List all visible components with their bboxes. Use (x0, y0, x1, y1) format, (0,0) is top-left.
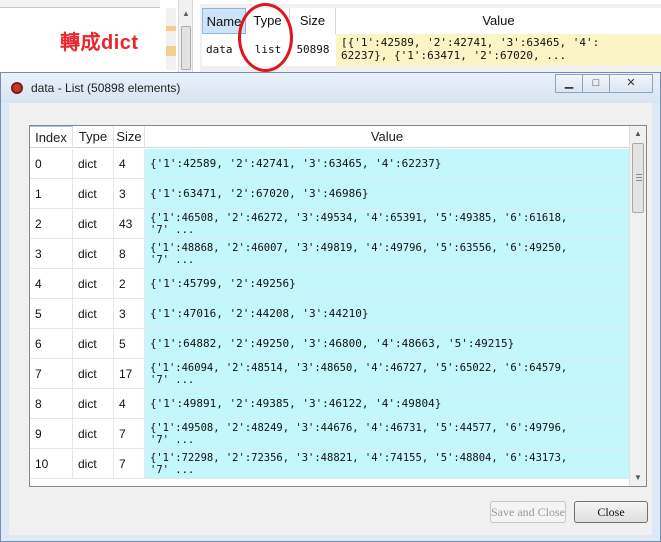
app-icon (11, 82, 23, 94)
scroll-thumb[interactable] (632, 143, 644, 213)
row-type: dict (73, 209, 114, 239)
scroll-down-icon[interactable]: ▼ (630, 470, 646, 486)
header-value[interactable]: Value (336, 8, 661, 34)
row-value: {'1':45799, '2':49256} (145, 269, 630, 299)
var-value: [{'1':42589, '2':42741, '3':63465, '4': … (336, 34, 661, 66)
row-size: 2 (114, 269, 145, 299)
table-row[interactable]: 8 dict 4 {'1':49891, '2':49385, '3':46122, … (30, 389, 630, 419)
header-size[interactable]: Size (290, 8, 336, 34)
close-button[interactable]: Close (574, 501, 648, 523)
table-body: 0 dict 4 {'1':42589, '2':42741, '3':63465, … (30, 149, 630, 486)
row-type: dict (73, 449, 114, 479)
header-size[interactable]: Size (114, 126, 145, 148)
row-type: dict (73, 299, 114, 329)
title-bar[interactable]: data - List (50898 elements) ▁ □ ✕ (1, 73, 660, 103)
row-value: {'1':72298, '2':72356, '3':48821, '4':74… (145, 449, 630, 479)
row-index: 3 (30, 239, 73, 269)
scroll-up-icon[interactable]: ▲ (182, 9, 190, 18)
table-row[interactable]: 4 dict 2 {'1':45799, '2':49256} (30, 269, 630, 299)
row-index: 7 (30, 359, 73, 389)
row-type: dict (73, 329, 114, 359)
table-row[interactable]: 6 dict 5 {'1':64882, '2':49250, '3':46800, … (30, 329, 630, 359)
row-value: {'1':46508, '2':46272, '3':49534, '4':65… (145, 209, 630, 239)
row-index: 1 (30, 179, 73, 209)
save-and-close-button[interactable]: Save and Close (490, 501, 566, 523)
row-index: 2 (30, 209, 73, 239)
row-value: {'1':63471, '2':67020, '3':46986} (145, 179, 630, 209)
dialog-title: data - List (50898 elements) (31, 81, 181, 95)
list-table: Index Type Size Value 0 dict 4 {'1':42589, … (29, 125, 647, 487)
row-index: 8 (30, 389, 73, 419)
editor-margin-markers (166, 8, 176, 70)
row-index: 0 (30, 149, 73, 179)
header-type[interactable]: Type (73, 126, 114, 148)
row-value: {'1':49891, '2':49385, '3':46122, '4':49… (145, 389, 630, 419)
grip-line (636, 174, 642, 175)
row-index: 9 (30, 419, 73, 449)
row-value: {'1':47016, '2':44208, '3':44210} (145, 299, 630, 329)
table-row[interactable]: 9 dict 7 {'1':49508, '2':48249, '3':44676, … (30, 419, 630, 449)
highlight-circle (238, 3, 293, 72)
row-size: 7 (114, 419, 145, 449)
scroll-up-icon[interactable]: ▲ (630, 126, 646, 142)
table-row[interactable]: 1 dict 3 {'1':63471, '2':67020, '3':46986} (30, 179, 630, 209)
row-type: dict (73, 419, 114, 449)
marker (166, 46, 176, 56)
row-value: {'1':49508, '2':48249, '3':44676, '4':46… (145, 419, 630, 449)
row-index: 4 (30, 269, 73, 299)
row-size: 17 (114, 359, 145, 389)
table-row[interactable]: 7 dict 17 {'1':46094, '2':48514, '3':48650,… (30, 359, 630, 389)
table-row[interactable]: 2 dict 43 {'1':46508, '2':46272, '3':49534,… (30, 209, 630, 239)
row-size: 5 (114, 329, 145, 359)
editor-tab-strip (0, 0, 160, 8)
row-type: dict (73, 269, 114, 299)
row-size: 3 (114, 179, 145, 209)
table-row[interactable]: 10 dict 7 {'1':72298, '2':72356, '3':48821,… (30, 449, 630, 479)
editor-area: 轉成dict (0, 0, 178, 72)
row-type: dict (73, 149, 114, 179)
row-size: 4 (114, 389, 145, 419)
row-value: {'1':46094, '2':48514, '3':48650, '4':46… (145, 359, 630, 389)
row-size: 7 (114, 449, 145, 479)
row-type: dict (73, 359, 114, 389)
row-type: dict (73, 389, 114, 419)
row-size: 4 (114, 149, 145, 179)
row-value: {'1':48868, '2':46007, '3':49819, '4':49… (145, 239, 630, 269)
table-row[interactable]: 0 dict 4 {'1':42589, '2':42741, '3':63465, … (30, 149, 630, 179)
dialog-client-area: Index Type Size Value 0 dict 4 {'1':42589, … (9, 103, 652, 535)
header-index[interactable]: Index (30, 126, 73, 148)
minimize-button[interactable]: ▁ (555, 74, 583, 93)
row-size: 43 (114, 209, 145, 239)
list-editor-dialog: data - List (50898 elements) ▁ □ ✕ Index… (0, 72, 661, 542)
header-value[interactable]: Value (145, 126, 630, 148)
table-row[interactable]: 3 dict 8 {'1':48868, '2':46007, '3':49819, … (30, 239, 630, 269)
row-index: 10 (30, 449, 73, 479)
row-size: 3 (114, 299, 145, 329)
row-type: dict (73, 239, 114, 269)
annotation-text: 轉成dict (60, 32, 139, 54)
row-size: 8 (114, 239, 145, 269)
grip-line (636, 180, 642, 181)
window-controls: ▁ □ ✕ (555, 74, 653, 94)
grip-line (636, 177, 642, 178)
maximize-button[interactable]: □ (582, 74, 610, 93)
var-size: 50898 (290, 34, 336, 66)
marker (166, 26, 176, 31)
editor-scrollbar[interactable]: ▲ (178, 0, 193, 72)
row-value: {'1':42589, '2':42741, '3':63465, '4':62… (145, 149, 630, 179)
row-index: 6 (30, 329, 73, 359)
row-value: {'1':64882, '2':49250, '3':46800, '4':48… (145, 329, 630, 359)
scroll-thumb[interactable] (181, 26, 191, 70)
table-scrollbar[interactable]: ▲ ▼ (629, 126, 646, 486)
row-index: 5 (30, 299, 73, 329)
row-type: dict (73, 179, 114, 209)
table-header: Index Type Size Value (30, 126, 646, 148)
table-row[interactable]: 5 dict 3 {'1':47016, '2':44208, '3':44210} (30, 299, 630, 329)
close-window-button[interactable]: ✕ (609, 74, 653, 93)
